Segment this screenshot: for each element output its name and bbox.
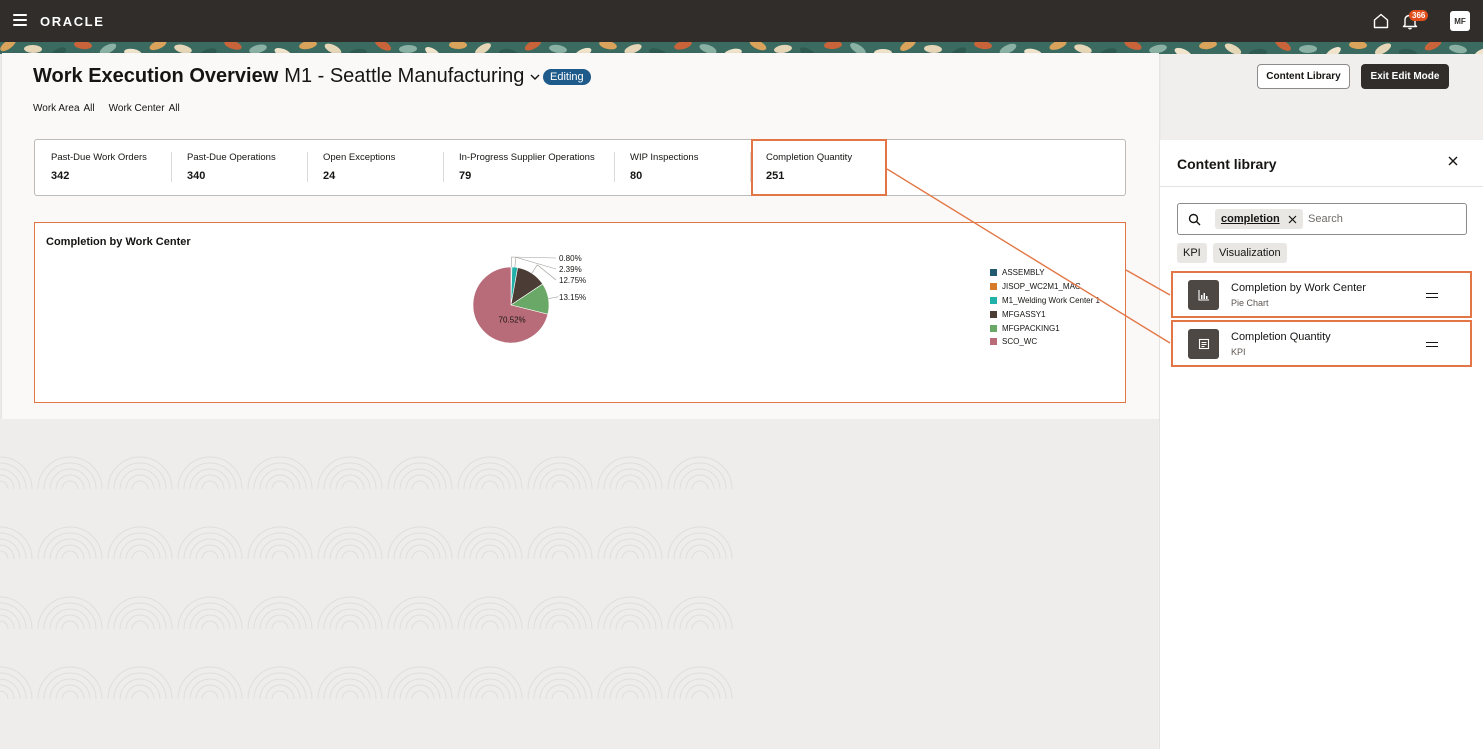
pie-data-label: 70.52% [499,316,526,325]
notification-badge: 366 [1409,10,1429,21]
oracle-logo[interactable]: ORACLE [40,14,105,29]
user-avatar[interactable]: MF [1450,11,1470,31]
legend-swatch [990,310,997,318]
search-chip[interactable]: completion [1215,209,1303,229]
kpi-label: Past-Due Work Orders [51,152,147,163]
home-icon[interactable] [1372,12,1390,30]
kpi-wip-inspections[interactable]: WIP Inspections 80 [614,140,750,195]
result-name: Completion Quantity [1231,331,1331,343]
kpi-value: 251 [766,170,785,182]
chart-legend: ASSEMBLY JISOP_WC2M1_MAC M1_Welding Work C… [990,266,1100,349]
legend-item[interactable]: MFGASSY1 [990,307,1100,321]
result-item-completion-by-work-center[interactable]: Completion by Work Center Pie Chart [1171,271,1472,318]
filter-label: Work Center [108,103,165,114]
kpi-value: 80 [630,170,643,182]
remove-chip-icon[interactable] [1288,215,1297,224]
result-item-completion-quantity[interactable]: Completion Quantity KPI [1171,320,1472,367]
pie-data-label: 13.15% [559,293,586,302]
kpi-completion-quantity[interactable]: Completion Quantity 251 [750,140,886,195]
chart-card-completion-by-work-center[interactable]: Completion by Work Center 0.80% 2.39% 12.7… [34,222,1126,403]
pie-leader-line [548,296,559,299]
legend-swatch [990,324,997,332]
kpi-icon [1198,338,1209,350]
kpi-past-due-operations[interactable]: Past-Due Operations 340 [171,140,307,195]
org-selector[interactable]: M1 - Seattle Manufacturing [284,65,524,88]
kpi-value: 342 [51,170,70,182]
content-library-button[interactable]: Content Library [1257,64,1350,89]
chart-icon [1197,290,1209,301]
content-library-panel: Content library completion KPI Visualiza… [1159,140,1483,749]
close-icon[interactable] [1447,155,1459,167]
page-title: Work Execution Overview M1 - Seattle Man… [33,65,540,88]
legend-item[interactable]: MFGPACKING1 [990,321,1100,335]
filter-value: All [83,103,95,114]
kpi-label: WIP Inspections [630,152,699,163]
filter-label: Work Area [33,103,80,114]
pie-data-label: 12.75% [559,276,586,285]
pie-data-label: 2.39% [559,265,582,274]
filter-work-center[interactable]: Work Center All [109,103,180,114]
kpi-value: 79 [459,170,472,182]
kpi-value: 24 [323,170,336,182]
legend-label: M1_Welding Work Center 1 [1002,295,1100,305]
divider [1160,186,1483,187]
chart-title: Completion by Work Center [46,236,191,248]
editing-badge: Editing [543,69,591,85]
result-thumbnail [1188,280,1219,310]
pie-leader-line [511,256,557,268]
menu-icon[interactable] [13,14,27,26]
legend-label: ASSEMBLY [1002,268,1045,278]
filter-chip-kpi[interactable]: KPI [1177,243,1207,263]
filter-chip-visualization[interactable]: Visualization [1213,243,1287,263]
legend-label: MFGASSY1 [1002,309,1046,319]
result-type: KPI [1231,347,1246,357]
filter-bar: Work Area All Work Center All [33,103,180,114]
filter-work-area[interactable]: Work Area All [33,103,95,114]
legend-label: SCO_WC [1002,337,1038,347]
pie-data-label: 0.80% [559,254,582,263]
chevron-down-icon[interactable] [530,72,540,82]
legend-swatch [990,269,997,277]
result-type: Pie Chart [1231,298,1269,308]
kpi-past-due-work-orders[interactable]: Past-Due Work Orders 342 [35,140,171,195]
filter-value: All [168,103,180,114]
top-bar: ORACLE 366 MF [0,0,1483,42]
kpi-label: Open Exceptions [323,152,396,163]
kpi-strip: Past-Due Work Orders 342 Past-Due Operat… [34,139,1126,196]
kpi-in-progress-supplier-operations[interactable]: In-Progress Supplier Operations 79 [443,140,614,195]
drag-handle-icon[interactable] [1426,293,1438,298]
exit-edit-mode-button[interactable]: Exit Edit Mode [1361,64,1449,89]
legend-swatch [990,296,997,304]
search-input[interactable] [1308,210,1458,228]
kpi-label: Completion Quantity [766,152,853,163]
kpi-value: 340 [187,170,206,182]
page-title-text: Work Execution Overview [33,65,279,87]
kpi-open-exceptions[interactable]: Open Exceptions 24 [307,140,443,195]
search-icon [1188,213,1201,226]
kpi-label: In-Progress Supplier Operations [459,152,595,163]
legend-label: MFGPACKING1 [1002,323,1060,333]
legend-item[interactable]: M1_Welding Work Center 1 [990,294,1100,308]
legend-item[interactable]: ASSEMBLY [990,266,1100,280]
search-chip-label: completion [1221,213,1280,225]
legend-swatch [990,338,997,346]
kpi-label: Past-Due Operations [187,152,276,163]
drag-handle-icon[interactable] [1426,342,1438,347]
legend-item[interactable]: SCO_WC [990,335,1100,349]
legend-item[interactable]: JISOP_WC2M1_MAC [990,280,1100,294]
legend-label: JISOP_WC2M1_MAC [1002,282,1081,292]
result-thumbnail [1188,329,1219,359]
search-field[interactable]: completion [1177,203,1467,235]
pie-chart: 0.80% 2.39% 12.75% 13.15% 70.52% [472,254,586,344]
result-name: Completion by Work Center [1231,282,1366,294]
background-pattern [0,419,1158,749]
panel-title: Content library [1177,156,1277,172]
legend-swatch [990,283,997,291]
